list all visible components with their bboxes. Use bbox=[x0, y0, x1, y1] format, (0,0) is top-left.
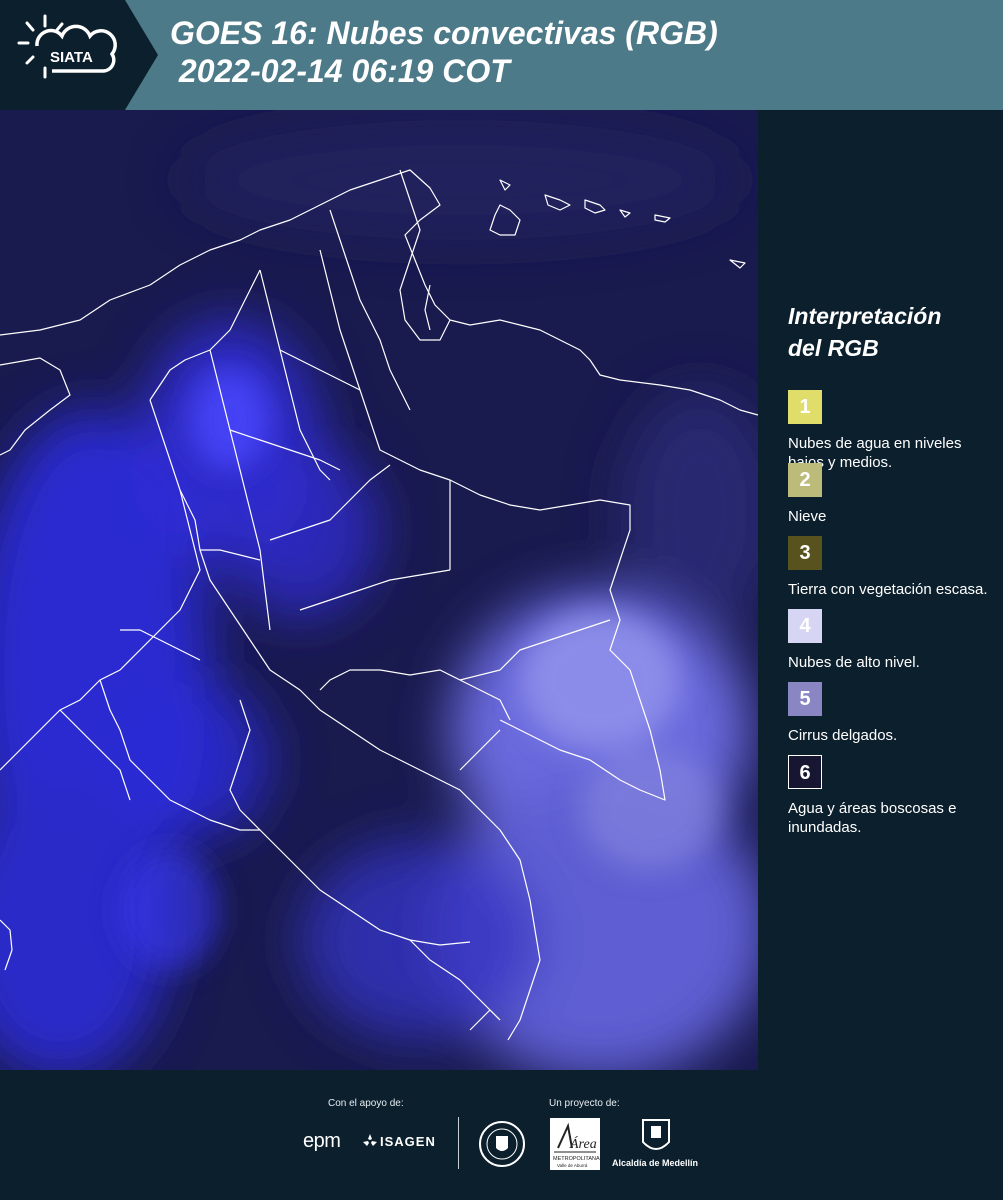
isagen-logo: ISAGEN bbox=[380, 1134, 436, 1149]
legend-label-4: Nubes de alto nivel. bbox=[788, 654, 920, 671]
siata-logo-text: SIATA bbox=[50, 49, 93, 66]
legend-item-2: 2 Nieve bbox=[788, 463, 998, 536]
alcaldia-label: Alcaldía de Medellín bbox=[612, 1158, 699, 1168]
legend-item-6: 6 Agua y áreas boscosas e inundadas. bbox=[788, 755, 998, 836]
legend-item-5: 5 Cirrus delgados. bbox=[788, 682, 998, 755]
legend-title-line-1: Interpretación bbox=[788, 303, 942, 329]
area-logo-text: Área bbox=[569, 1135, 597, 1152]
area-logo-sub2: Valle de Aburrá bbox=[557, 1163, 588, 1168]
legend-swatch-5: 5 bbox=[788, 682, 822, 716]
alcaldia-shield-icon bbox=[642, 1119, 670, 1150]
footer: Con el apoyo de: Un proyecto de: epm ISA… bbox=[0, 1070, 1003, 1200]
title-line-2: 2022-02-14 06:19 COT bbox=[170, 53, 510, 89]
header-bar: SIATA GOES 16: Nubes convectivas (RGB) 2… bbox=[0, 0, 1003, 110]
page-title: GOES 16: Nubes convectivas (RGB) 2022-02… bbox=[170, 14, 718, 90]
legend-item-4: 4 Nubes de alto nivel. bbox=[788, 609, 998, 682]
rgb-satellite-image bbox=[0, 110, 758, 1070]
legend-swatch-3: 3 bbox=[788, 536, 822, 570]
legend-swatch-6: 6 bbox=[788, 755, 822, 789]
area-logo-sub: METROPOLITANA bbox=[553, 1156, 600, 1162]
project-label: Un proyecto de: bbox=[549, 1098, 620, 1109]
isagen-mark-icon bbox=[363, 1134, 377, 1146]
satellite-map bbox=[0, 110, 758, 1070]
legend-label-5: Cirrus delgados. bbox=[788, 727, 898, 744]
legend-item-1: 1 Nubes de agua en niveles bajos y medio… bbox=[788, 390, 998, 471]
legend-swatch-2: 2 bbox=[788, 463, 822, 497]
legend-item-3: 3 Tierra con vegetación escasa. bbox=[788, 536, 998, 609]
legend-label-3: Tierra con vegetación escasa. bbox=[788, 581, 988, 598]
area-metropolitana-logo: Área METROPOLITANA Valle de Aburrá bbox=[550, 1118, 600, 1170]
footer-divider bbox=[458, 1117, 459, 1169]
legend-swatch-1: 1 bbox=[788, 390, 822, 424]
legend-swatch-4: 4 bbox=[788, 609, 822, 643]
legend-label-2: Nieve bbox=[788, 508, 827, 525]
legend-label-6: Agua y áreas boscosas e inundadas. bbox=[788, 800, 957, 836]
rgb-legend: Interpretación del RGB 1 Nubes de agua en… bbox=[788, 300, 998, 836]
legend-title-line-2: del RGB bbox=[788, 335, 879, 361]
epm-logo: epm bbox=[303, 1130, 341, 1152]
medellin-seal-icon bbox=[479, 1121, 525, 1167]
siata-logo: SIATA bbox=[0, 0, 160, 110]
legend-title: Interpretación del RGB bbox=[788, 300, 998, 364]
support-label: Con el apoyo de: bbox=[328, 1098, 404, 1109]
title-line-1: GOES 16: Nubes convectivas (RGB) bbox=[170, 15, 718, 51]
